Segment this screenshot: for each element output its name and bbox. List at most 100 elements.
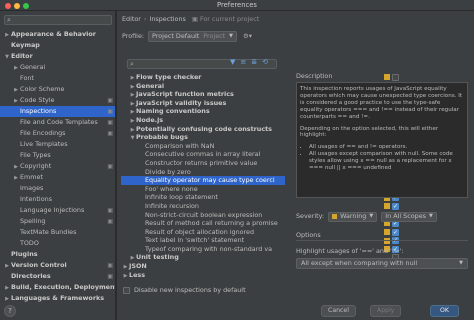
reset-icon[interactable]: ⟲ (262, 58, 268, 66)
sidebar-item[interactable]: ▶ Code Style ▣ (0, 95, 115, 106)
sidebar-item[interactable]: ▼ Editor (0, 51, 115, 62)
inspection-row[interactable]: ▶ Less (121, 271, 285, 280)
search-icon: ⌕ (7, 16, 11, 24)
collapse-all-icon[interactable]: ≣ (251, 58, 257, 66)
severity-select[interactable]: Warning ▼ (328, 211, 378, 222)
inspection-row[interactable]: Foo' where none (121, 185, 285, 194)
inspection-row[interactable]: Infinite loop statement (121, 193, 285, 202)
project-scope-icon: ▣ (107, 97, 113, 104)
inspection-label: Equality operator may cause type coerci (145, 176, 275, 185)
cancel-button[interactable]: Cancel (321, 305, 356, 317)
description-pane: Description This inspection reports usag… (292, 68, 474, 298)
sidebar-item[interactable]: File Encodings ▣ (0, 128, 115, 139)
settings-search-input[interactable]: ⌕ (4, 15, 112, 25)
inspection-label: Naming conventions (136, 107, 210, 116)
severity-label: Severity: (296, 212, 325, 220)
inspection-row[interactable]: ▶ JSON (121, 262, 285, 271)
sidebar-item-label: File Encodings (20, 129, 66, 137)
sidebar-item[interactable]: Directories ▣ (0, 271, 115, 282)
highlight-usages-select[interactable]: All except when comparing with null ▼ (296, 258, 468, 269)
inspection-list: ▶ Flow type checker ▶ General ▶ JavaScript fu… (121, 73, 285, 295)
highlight-usages-label: Highlight usages of '==' and '!=': (296, 247, 404, 255)
sidebar-item[interactable]: Inspections ▣ (0, 106, 115, 117)
inspection-row[interactable]: ▶ Naming conventions (121, 107, 285, 116)
description-label: Description (296, 72, 333, 80)
sidebar-item[interactable]: Live Templates (0, 139, 115, 150)
disable-new-row[interactable]: Disable new inspections by default (123, 285, 246, 295)
project-scope-icon: ▣ (107, 163, 113, 170)
inspection-row[interactable]: Divide by zero (121, 168, 285, 177)
inspection-row[interactable]: ▶ Node.js (121, 116, 285, 125)
sidebar-item[interactable]: ▶ Build, Execution, Deployment (0, 282, 115, 293)
severity-value: Warning (340, 212, 367, 220)
inspection-row[interactable]: Constructor returns primitive value (121, 159, 285, 168)
profile-row: Profile: Project Default Project ▼ ⚙▾ (122, 30, 252, 42)
inspection-row[interactable]: Typeof comparing with non-standard va (121, 245, 285, 254)
sidebar-item[interactable]: Spelling ▣ (0, 216, 115, 227)
sidebar-item-label: Intentions (20, 195, 52, 203)
sidebar-item[interactable]: Font (0, 73, 115, 84)
sidebar-item[interactable]: ▶ General (0, 62, 115, 73)
sidebar-item[interactable]: Language Injections ▣ (0, 205, 115, 216)
description-bullet: All usages of == and != operators. (309, 144, 464, 151)
disable-new-checkbox[interactable] (123, 286, 130, 294)
sidebar-item[interactable]: Images (0, 183, 115, 194)
sidebar-item-label: Spelling (20, 217, 46, 225)
sidebar-item-label: Live Templates (20, 140, 68, 148)
inspection-row[interactable]: ▶ General (121, 82, 285, 91)
sidebar-item[interactable]: File Types (0, 150, 115, 161)
sidebar-item[interactable]: File and Code Templates ▣ (0, 117, 115, 128)
sidebar-item[interactable]: Intentions (0, 194, 115, 205)
close-window-button[interactable] (5, 2, 11, 9)
project-scope-icon: ▣ (107, 130, 113, 137)
sidebar-item[interactable]: Plugins (0, 249, 115, 260)
minimize-window-button[interactable] (14, 2, 20, 9)
ok-button[interactable]: OK (430, 305, 459, 317)
chevron-right-icon[interactable]: ▶ (122, 272, 129, 281)
options-label: Options (296, 231, 321, 239)
inspection-row[interactable]: Non-strict-circuit boolean expression (121, 211, 285, 220)
sidebar-item[interactable]: TextMate Bundles (0, 227, 115, 238)
settings-tree: ▶ Appearance & Behavior Keymap ▼ Editor ▶ Gene… (0, 29, 115, 304)
inspection-row[interactable]: ▶ JavaScript validity issues (121, 99, 285, 108)
breadcrumb-editor[interactable]: Editor (122, 15, 141, 23)
help-button[interactable]: ? (4, 305, 16, 317)
sidebar-item-label: Color Scheme (20, 85, 65, 93)
description-paragraph-1: This inspection reports usages of JavaSc… (300, 86, 463, 120)
inspection-row[interactable]: Result of method call returning a promis… (121, 219, 285, 228)
expand-all-icon[interactable]: ≡ (240, 58, 246, 66)
scope-select[interactable]: In All Scopes ▼ (381, 211, 437, 222)
inspection-label: Less (129, 270, 146, 279)
description-bullets: All usages of == and != operators. All u… (300, 144, 464, 172)
inspection-row[interactable]: ▶ Potentially confusing code constructs (121, 125, 285, 134)
sidebar-item-label: Copyright (20, 162, 52, 170)
inspection-row[interactable]: Consecutive commas in array literal (121, 150, 285, 159)
inspection-row[interactable]: Text label in 'switch' statement (121, 236, 285, 245)
profile-select[interactable]: Project Default Project ▼ (148, 30, 238, 42)
inspection-row[interactable]: ▶ JavaScript function metrics (121, 90, 285, 99)
gear-icon[interactable]: ⚙▾ (243, 30, 252, 42)
inspection-row[interactable]: Comparison with NaN (121, 142, 285, 151)
zoom-window-button[interactable] (23, 2, 29, 9)
sidebar-item[interactable]: ▶ Appearance & Behavior (0, 29, 115, 40)
inspection-row[interactable]: Result of object allocation ignored (121, 228, 285, 237)
inspection-row[interactable]: Infinite recursion (121, 202, 285, 211)
scope-value: In All Scopes (385, 212, 426, 220)
disable-new-label: Disable new inspections by default (134, 286, 246, 294)
sidebar-item[interactable]: ▶ Version Control ▣ (0, 260, 115, 271)
sidebar-item[interactable]: ▶ Copyright ▣ (0, 161, 115, 172)
sidebar-item[interactable]: ▶ Color Scheme (0, 84, 115, 95)
project-scope-icon: ▣ (107, 108, 113, 115)
apply-button[interactable]: Apply (370, 305, 402, 317)
inspection-row[interactable]: Equality operator may cause type coerci (121, 176, 285, 185)
inspection-row[interactable]: ▶ Flow type checker (121, 73, 285, 82)
inspection-label: Unit testing (136, 253, 179, 262)
sidebar-item[interactable]: Keymap (0, 40, 115, 51)
inspection-row[interactable]: ▼ Probable bugs (121, 133, 285, 142)
inspection-label: Potentially confusing code constructs (136, 124, 272, 133)
filter-icon[interactable]: ▼ (230, 58, 235, 66)
sidebar-item[interactable]: TODO (0, 238, 115, 249)
inspection-row[interactable]: ▶ Unit testing (121, 253, 285, 262)
sidebar-item[interactable]: ▶ Emmet (0, 172, 115, 183)
sidebar-item-label: TODO (20, 239, 39, 247)
